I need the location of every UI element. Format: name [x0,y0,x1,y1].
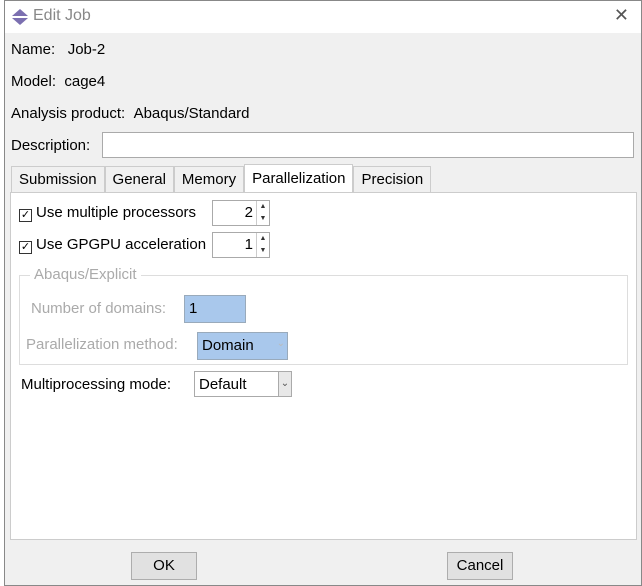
method-label: Parallelization method: [26,336,178,353]
name-value: Job-2 [67,41,106,58]
edit-job-dialog: Edit Job ✕ Name: Job-2 Model: cage4 Anal… [4,0,642,586]
close-icon[interactable]: ✕ [614,5,629,26]
group-label: Abaqus/Explicit [30,266,141,283]
processors-value: 2 [244,204,253,221]
ok-button[interactable]: OK [131,552,197,580]
processors-spinner[interactable]: 2 ▲ ▼ [212,200,270,226]
abaqus-explicit-group: Abaqus/Explicit Number of domains: 1 Par… [19,266,628,365]
mode-select[interactable]: Default ⌄ [194,371,292,397]
title-bar: Edit Job ✕ [5,1,641,33]
tab-bar: Submission General Memory Parallelizatio… [11,164,432,194]
multi-proc-label: Use multiple processors [36,204,197,221]
name-label: Name: [11,41,56,58]
gpgpu-row: ✓ Use GPGPU acceleration [19,236,206,254]
product-label: Analysis product: [11,105,126,122]
gpgpu-spinner[interactable]: 1 ▲ ▼ [212,232,270,258]
parallelization-pane: ✓ Use multiple processors 2 ▲ ▼ ✓ Use GPGPU … [10,192,637,540]
chevron-down-icon: ⌄ [276,338,285,349]
spinner-arrows-icon[interactable]: ▲ ▼ [256,201,269,225]
gpgpu-value: 1 [244,236,253,253]
tab-parallelization[interactable]: Parallelization [244,164,354,194]
product-value: Abaqus/Standard [133,105,250,122]
cancel-button[interactable]: Cancel [447,552,513,580]
abaqus-icon [12,9,28,25]
method-value: Domain [202,337,254,354]
window-title: Edit Job [33,7,91,24]
model-row: Model: cage4 [11,73,105,90]
spinner-arrows-icon[interactable]: ▲ ▼ [256,233,269,257]
gpgpu-checkbox[interactable]: ✓ [19,241,32,254]
tab-submission[interactable]: Submission [11,166,105,193]
mode-value: Default [199,376,247,393]
domains-input: 1 [184,295,246,323]
tab-memory[interactable]: Memory [173,166,245,193]
method-select: Domain ⌄ [197,332,288,360]
domains-label: Number of domains: [31,300,167,317]
product-row: Analysis product: Abaqus/Standard [11,105,250,122]
gpgpu-label: Use GPGPU acceleration [36,236,207,253]
tab-general[interactable]: General [104,166,174,193]
description-label: Description: [11,137,91,154]
description-input[interactable] [102,132,634,158]
tab-precision[interactable]: Precision [353,166,432,193]
name-row: Name: Job-2 [11,41,105,58]
multi-proc-row: ✓ Use multiple processors [19,204,196,222]
mode-label: Multiprocessing mode: [21,376,172,393]
domains-value: 1 [189,300,198,317]
model-value: cage4 [64,73,106,90]
multi-proc-checkbox[interactable]: ✓ [19,209,32,222]
model-label: Model: [11,73,57,90]
chevron-down-icon[interactable]: ⌄ [278,372,291,396]
